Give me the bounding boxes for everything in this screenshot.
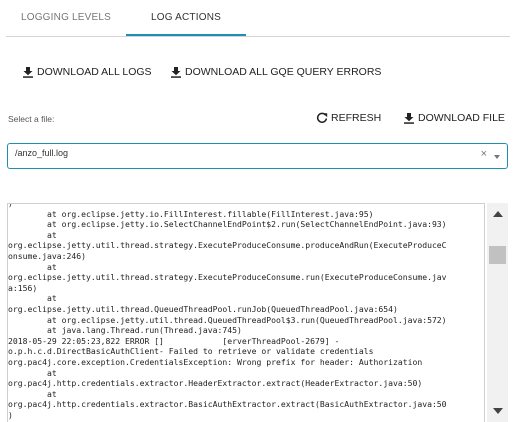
file-select[interactable]: /anzo_full.log ×: [7, 143, 508, 169]
download-all-logs-button[interactable]: DOWNLOAD ALL LOGS: [22, 66, 152, 78]
download-gqe-errors-label: DOWNLOAD ALL GQE QUERY ERRORS: [185, 66, 382, 78]
download-icon: [171, 67, 181, 78]
tab-logging-levels[interactable]: LOGGING LEVELS: [6, 0, 126, 35]
download-file-button[interactable]: DOWNLOAD FILE: [403, 112, 505, 124]
download-gqe-errors-button[interactable]: DOWNLOAD ALL GQE QUERY ERRORS: [170, 66, 381, 78]
chevron-down-icon[interactable]: [494, 155, 500, 159]
log-text: ) at org.eclipse.jetty.io.FillInterest.f…: [8, 203, 447, 422]
select-file-label: Select a file:: [8, 114, 55, 124]
tab-bar: LOGGING LEVELS LOG ACTIONS: [6, 0, 510, 37]
scroll-up-icon[interactable]: [493, 211, 503, 217]
download-icon: [404, 113, 414, 124]
log-scrollbar[interactable]: [487, 203, 508, 422]
refresh-button[interactable]: REFRESH: [316, 112, 381, 124]
clear-icon[interactable]: ×: [481, 148, 487, 160]
download-all-logs-label: DOWNLOAD ALL LOGS: [37, 66, 152, 78]
refresh-icon: [316, 112, 328, 123]
scrollbar-thumb[interactable]: [489, 246, 506, 264]
scroll-down-icon[interactable]: [493, 408, 503, 414]
download-file-label: DOWNLOAD FILE: [418, 112, 505, 124]
file-select-value: /anzo_full.log: [15, 148, 69, 158]
refresh-label: REFRESH: [331, 112, 382, 124]
tab-log-actions[interactable]: LOG ACTIONS: [126, 0, 246, 36]
download-icon: [23, 67, 33, 78]
log-viewer[interactable]: ) at org.eclipse.jetty.io.FillInterest.f…: [7, 203, 485, 422]
